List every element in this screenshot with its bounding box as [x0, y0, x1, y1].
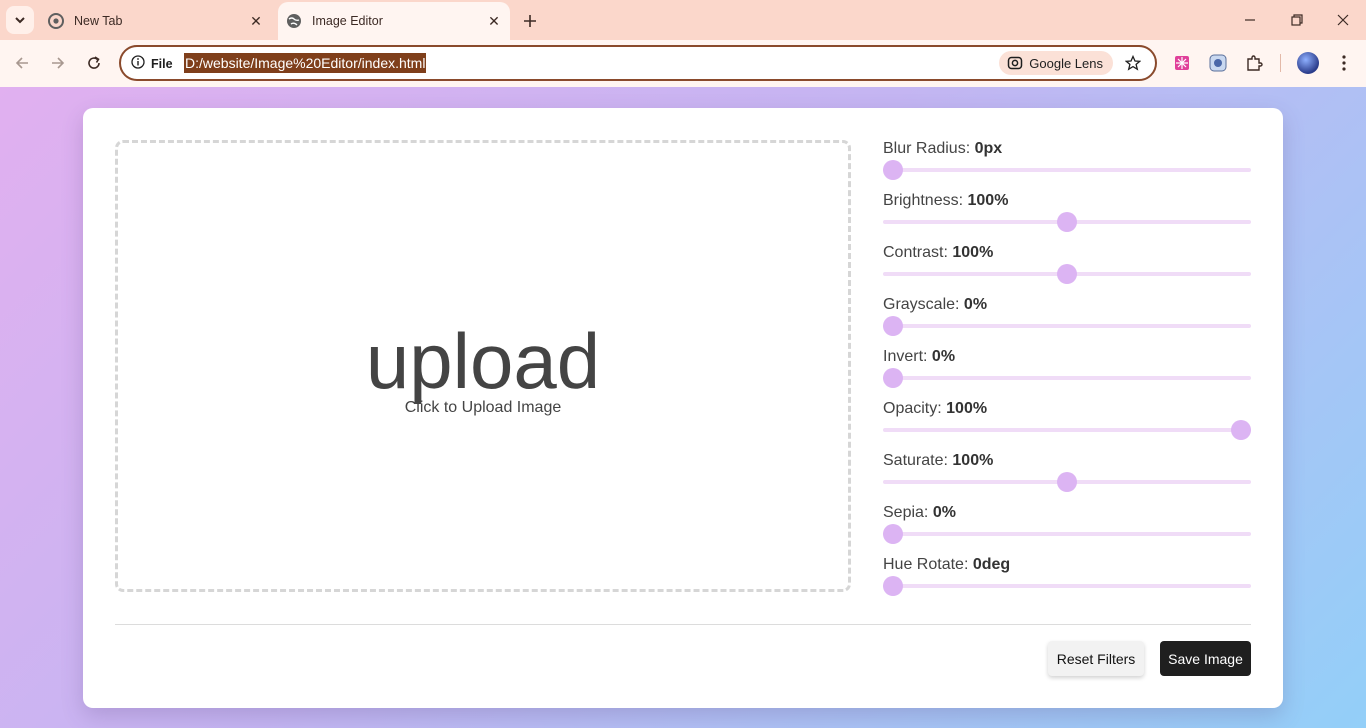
bookmark-button[interactable] — [1123, 53, 1143, 73]
reset-filters-button[interactable]: Reset Filters — [1048, 641, 1144, 676]
browser-menu-button[interactable] — [1334, 52, 1354, 74]
filter-grayscale: Grayscale: 0% — [883, 296, 1251, 348]
filter-value: 0% — [963, 296, 988, 313]
tab-strip: New Tab ✕ Image Editor ✕ — [0, 0, 1366, 40]
slider-track[interactable] — [883, 428, 1251, 432]
plus-icon — [524, 15, 536, 27]
filter-brightness: Brightness: 100% — [883, 192, 1251, 244]
filter-opacity: Opacity: 100% — [883, 400, 1251, 452]
lens-label: Google Lens — [1029, 55, 1103, 71]
site-info-button[interactable]: File — [131, 55, 173, 72]
reload-button[interactable] — [82, 51, 106, 75]
filter-sepia: Sepia: 0% — [883, 504, 1251, 556]
filter-hue-rotate: Hue Rotate: 0deg — [883, 556, 1251, 608]
filter-name: Grayscale: — [883, 296, 960, 313]
reload-icon — [88, 56, 100, 69]
tab-image-editor[interactable]: Image Editor ✕ — [278, 2, 510, 40]
slider-track[interactable] — [883, 532, 1251, 536]
arrow-left-icon — [15, 57, 28, 69]
chevron-down-icon — [15, 17, 25, 24]
close-icon[interactable]: ✕ — [246, 11, 266, 31]
filter-name: Hue Rotate: — [883, 556, 969, 573]
upload-icon: upload — [365, 317, 601, 405]
browser-toolbar: File D:/website/Image%20Editor/index.htm… — [0, 40, 1366, 87]
star-icon — [1125, 55, 1141, 71]
google-lens-button[interactable]: Google Lens — [999, 51, 1113, 75]
slider-track[interactable] — [883, 584, 1251, 588]
minimize-button[interactable] — [1236, 6, 1264, 34]
profile-avatar[interactable] — [1297, 52, 1319, 74]
extensions-puzzle-icon[interactable] — [1243, 52, 1265, 74]
tab-search-button[interactable] — [6, 6, 34, 34]
filter-value: 100% — [952, 452, 994, 469]
filter-value: 0deg — [972, 556, 1011, 573]
filter-name: Invert: — [883, 348, 928, 365]
filter-value: 0% — [932, 504, 956, 521]
extension-grid-icon[interactable] — [1171, 52, 1193, 74]
slider-thumb[interactable] — [1057, 264, 1077, 284]
slider-thumb[interactable] — [1231, 420, 1251, 440]
restore-button[interactable] — [1283, 6, 1311, 34]
arrow-right-icon — [52, 57, 65, 69]
page-viewport: upload Click to Upload Image Blur Radius… — [0, 87, 1366, 728]
restore-icon — [1291, 14, 1303, 26]
globe-icon — [286, 13, 302, 29]
extension-record-icon[interactable] — [1207, 52, 1229, 74]
minimize-icon — [1245, 19, 1255, 21]
slider-track[interactable] — [883, 376, 1251, 380]
actions-divider — [115, 624, 1251, 625]
tab-title: Image Editor — [312, 14, 383, 28]
filter-blur: Blur Radius: 0px — [883, 140, 1251, 192]
new-tab-button[interactable] — [518, 9, 542, 33]
filter-name: Opacity: — [883, 400, 942, 417]
upload-area[interactable]: upload Click to Upload Image — [115, 140, 851, 592]
filter-name: Brightness: — [883, 192, 964, 209]
close-window-button[interactable] — [1329, 6, 1357, 34]
url-text[interactable]: D:/website/Image%20Editor/index.html — [184, 53, 427, 73]
upload-label: Click to Upload Image — [404, 399, 562, 416]
filter-name: Contrast: — [883, 244, 948, 261]
tab-title: New Tab — [74, 14, 123, 28]
save-image-button[interactable]: Save Image — [1160, 641, 1251, 676]
slider-thumb[interactable] — [1057, 472, 1077, 492]
slider-track[interactable] — [883, 168, 1251, 172]
filters-panel: Blur Radius: 0px Brightness: 100% Contra… — [883, 140, 1251, 608]
slider-thumb[interactable] — [883, 316, 903, 336]
filter-value: 0px — [974, 140, 1003, 157]
filter-name: Saturate: — [883, 452, 948, 469]
slider-thumb[interactable] — [1057, 212, 1077, 232]
filter-value: 0% — [931, 348, 956, 365]
slider-track[interactable] — [883, 324, 1251, 328]
editor-card: upload Click to Upload Image Blur Radius… — [83, 108, 1283, 708]
slider-thumb[interactable] — [883, 160, 903, 180]
filter-saturate: Saturate: 100% — [883, 452, 1251, 504]
close-icon — [1337, 14, 1349, 26]
filter-contrast: Contrast: 100% — [883, 244, 1251, 296]
slider-thumb[interactable] — [883, 576, 903, 596]
chrome-icon — [48, 13, 64, 29]
filter-value: 100% — [946, 400, 988, 417]
forward-button[interactable] — [46, 51, 70, 75]
info-icon — [131, 55, 145, 72]
filter-value: 100% — [952, 244, 994, 261]
address-bar[interactable]: File D:/website/Image%20Editor/index.htm… — [119, 45, 1157, 81]
filter-invert: Invert: 0% — [883, 348, 1251, 400]
filter-name: Blur Radius: — [883, 140, 971, 157]
close-icon[interactable]: ✕ — [484, 11, 504, 31]
back-button[interactable] — [10, 51, 34, 75]
toolbar-divider — [1280, 54, 1281, 72]
filter-name: Sepia: — [883, 504, 929, 521]
lens-icon — [1007, 55, 1023, 71]
site-info-label: File — [151, 56, 173, 71]
tab-new-tab[interactable]: New Tab ✕ — [38, 2, 272, 40]
slider-thumb[interactable] — [883, 524, 903, 544]
filter-value: 100% — [967, 192, 1009, 209]
more-vertical-icon — [1342, 55, 1346, 71]
slider-thumb[interactable] — [883, 368, 903, 388]
